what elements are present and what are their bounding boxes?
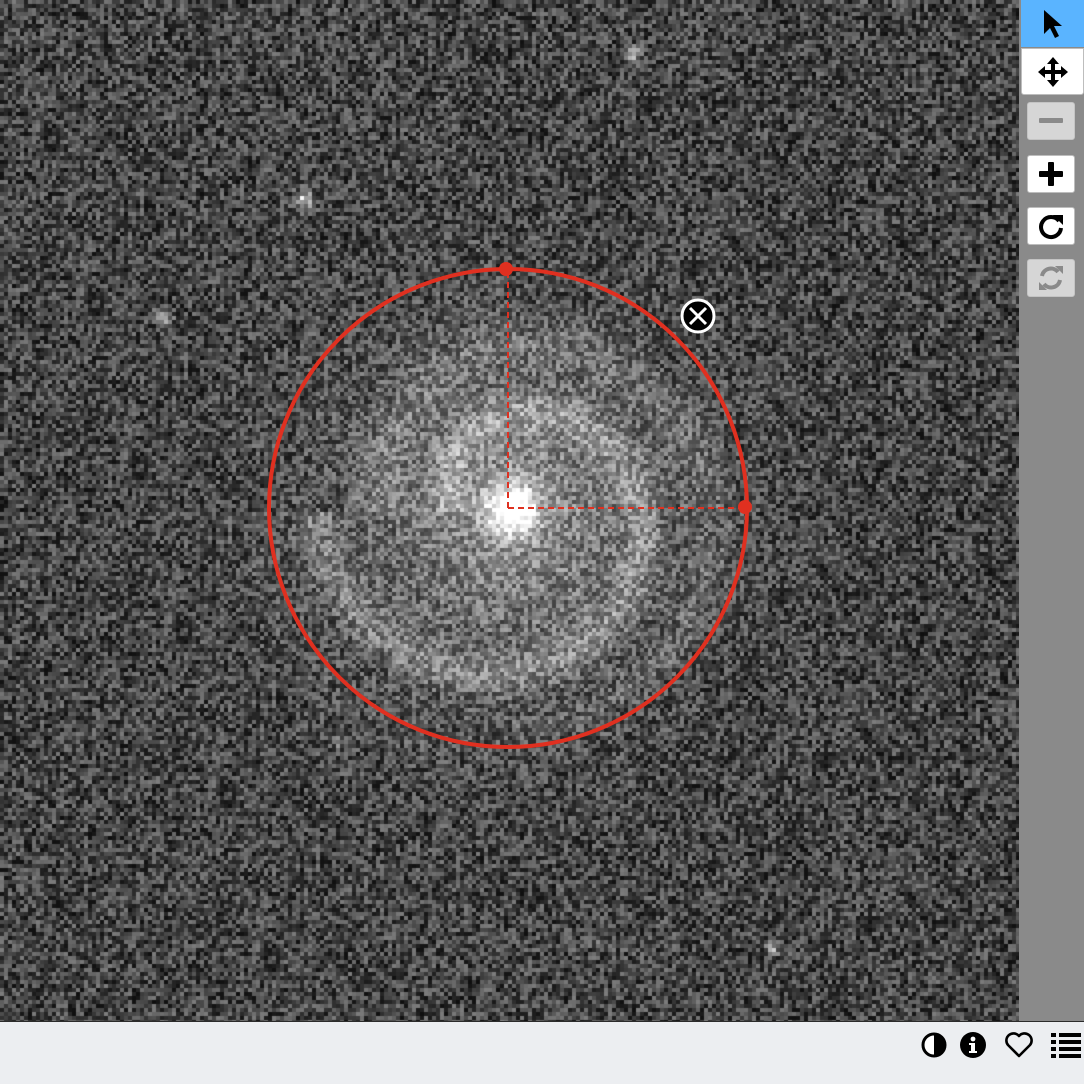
select-tool[interactable] (1021, 0, 1084, 47)
move-arrows-icon (1037, 56, 1068, 87)
pan-tool[interactable] (1021, 48, 1084, 95)
zoom-in-button[interactable] (1027, 155, 1075, 193)
region-handle-top[interactable] (499, 262, 513, 276)
refresh-icon (1039, 266, 1063, 290)
minus-icon (1039, 118, 1063, 123)
rotate-cw-icon (1039, 215, 1063, 240)
plus-icon (1039, 162, 1063, 186)
image-viewer[interactable] (0, 0, 1019, 1021)
info-icon[interactable] (958, 1030, 988, 1060)
reset-button[interactable] (1027, 259, 1075, 297)
list-icon[interactable] (1049, 1030, 1083, 1060)
contrast-icon[interactable] (919, 1030, 949, 1060)
zoom-out-button[interactable] (1027, 102, 1075, 140)
toolbar (1019, 0, 1084, 1021)
rotate-button[interactable] (1027, 207, 1075, 245)
cursor-arrow-icon (1043, 9, 1062, 38)
region-handle-right[interactable] (738, 500, 752, 514)
delete-region-icon[interactable] (680, 298, 716, 334)
status-bar (0, 1021, 1084, 1084)
region-overlay[interactable] (0, 0, 1019, 1021)
heart-icon[interactable] (1004, 1030, 1034, 1060)
